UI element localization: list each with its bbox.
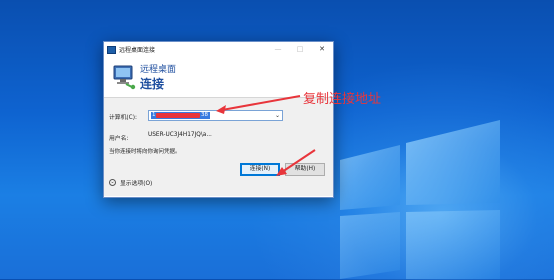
annotation-copy-address: 复制连接地址 (303, 92, 382, 107)
arrow-head-address (216, 105, 226, 114)
annotation-arrows (216, 95, 316, 176)
arrow-head-connect (276, 167, 287, 176)
